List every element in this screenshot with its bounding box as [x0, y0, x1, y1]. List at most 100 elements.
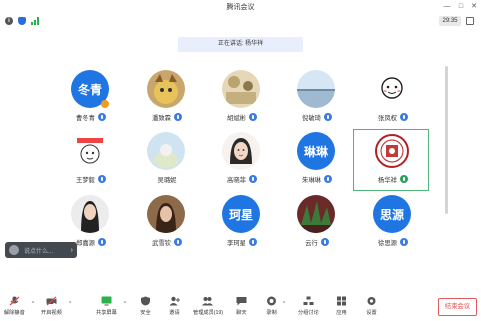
- record-icon: [267, 296, 276, 306]
- invite-button[interactable]: 邀请: [169, 296, 180, 320]
- microphone-icon[interactable]: [399, 238, 408, 246]
- participant-name: 胡斌彬: [227, 114, 246, 122]
- participant-tile[interactable]: 吴璐妮: [128, 132, 206, 190]
- microphone-icon[interactable]: [399, 175, 408, 183]
- chat-label: 聊天: [236, 310, 247, 316]
- bottom-toolbar: 解除静音 ^ 开启视频 ^ 共享屏幕 ^ 安全 邀请 管理成员(19) 聊天 录…: [0, 293, 481, 321]
- participant-name: 曹冬青: [76, 114, 95, 122]
- participant-name: 云行: [305, 239, 318, 247]
- microphone-icon[interactable]: [248, 238, 257, 246]
- shield-icon[interactable]: [18, 17, 26, 25]
- shield-icon: [141, 296, 150, 306]
- microphone-icon[interactable]: [320, 238, 329, 246]
- avatar: [297, 70, 335, 108]
- participant-name: 武雪钦: [152, 239, 171, 247]
- microphone-icon[interactable]: [97, 113, 106, 121]
- microphone-icon[interactable]: [97, 175, 106, 183]
- record-button[interactable]: 录制: [266, 296, 277, 320]
- security-button[interactable]: 安全: [140, 296, 151, 320]
- invite-label: 邀请: [169, 310, 180, 316]
- chevron-up-icon[interactable]: ^: [124, 301, 126, 307]
- add-user-icon: [169, 296, 180, 306]
- avatar: 思源: [373, 195, 411, 233]
- participant-tile[interactable]: 杨华祥: [354, 132, 432, 190]
- avatar: [71, 132, 109, 170]
- participant-tile[interactable]: 胡斌彬: [203, 70, 281, 128]
- microphone-icon[interactable]: [97, 238, 106, 246]
- participant-tile[interactable]: 琳琳 朱琳琳: [278, 132, 356, 190]
- apps-icon: [337, 296, 346, 306]
- participant-name: 吴璐妮: [157, 176, 177, 184]
- share-screen-button[interactable]: 共享屏幕: [96, 296, 117, 320]
- avatar: [222, 70, 260, 108]
- minimize-icon[interactable]: —: [442, 2, 452, 11]
- microphone-icon[interactable]: [323, 175, 332, 183]
- grid-scrollbar[interactable]: [445, 66, 448, 214]
- chevron-up-icon[interactable]: ^: [283, 301, 285, 307]
- breakout-icon: [303, 296, 314, 305]
- close-icon[interactable]: ✕: [469, 2, 479, 11]
- video-button[interactable]: 开启视频: [41, 296, 62, 320]
- microphone-icon[interactable]: [173, 113, 182, 121]
- video-label: 开启视频: [41, 310, 62, 316]
- participant-tile[interactable]: 潘致霖: [128, 70, 206, 128]
- chevron-up-icon[interactable]: ^: [32, 301, 34, 307]
- unmute-button[interactable]: 解除静音: [4, 296, 25, 320]
- microphone-icon[interactable]: [248, 175, 257, 183]
- share-screen-icon: [101, 296, 112, 306]
- record-label: 录制: [266, 310, 277, 316]
- avatar: 珂星: [222, 195, 260, 233]
- participant-name: 潘致霖: [152, 114, 171, 122]
- fullscreen-icon[interactable]: [466, 17, 474, 25]
- avatar: [147, 195, 185, 233]
- signal-icon[interactable]: [31, 17, 40, 25]
- info-icon[interactable]: i: [5, 17, 13, 25]
- avatar: [222, 132, 260, 170]
- participant-name: 徐思源: [378, 239, 397, 247]
- microphone-icon[interactable]: [323, 113, 332, 121]
- title-bar: 腾讯会议 — □ ✕: [0, 0, 481, 14]
- avatar: 琳琳: [297, 132, 335, 170]
- microphone-icon[interactable]: [173, 238, 182, 246]
- meeting-window: 腾讯会议 — □ ✕ i 29:35 正在讲话: 杨华祥 冬青 曹冬青 潘致霖: [0, 0, 481, 321]
- avatar: [147, 70, 185, 108]
- avatar: [71, 195, 109, 233]
- participant-tile[interactable]: 高晓菲: [203, 132, 281, 190]
- participant-name: 高晓菲: [227, 176, 246, 184]
- participant-tile[interactable]: 思源 徐思源: [354, 195, 432, 253]
- members-icon: [202, 297, 214, 306]
- members-button[interactable]: 管理成员(19): [193, 296, 223, 320]
- participant-name: 朱琳琳: [302, 176, 321, 184]
- members-label: 管理成员(19): [193, 310, 223, 316]
- chevron-right-icon[interactable]: ›: [71, 247, 73, 254]
- chat-input[interactable]: 说点什么... ›: [5, 242, 77, 258]
- end-meeting-button[interactable]: 结束会议: [438, 298, 477, 316]
- avatar: [373, 70, 411, 108]
- status-row: i 29:35: [0, 14, 481, 28]
- apps-button[interactable]: 应用: [336, 296, 347, 320]
- avatar: [147, 132, 185, 170]
- host-badge-icon: [101, 100, 109, 108]
- microphone-icon[interactable]: [248, 113, 257, 121]
- participant-name: 倪敏琦: [302, 114, 321, 122]
- participant-tile[interactable]: 云行: [278, 195, 356, 253]
- participant-name: 张凤权: [378, 114, 397, 122]
- smile-icon[interactable]: [9, 245, 19, 255]
- maximize-icon[interactable]: □: [456, 2, 466, 11]
- participant-tile[interactable]: 冬青 曹冬青: [52, 70, 130, 128]
- avatar: [373, 132, 411, 170]
- participant-tile[interactable]: 王梦毅: [52, 132, 130, 190]
- participant-tile[interactable]: 武雪钦: [128, 195, 206, 253]
- participant-tile[interactable]: 倪敏琦: [278, 70, 356, 128]
- participant-name: 王梦毅: [76, 176, 95, 184]
- settings-button[interactable]: 设置: [366, 296, 377, 320]
- settings-label: 设置: [366, 310, 377, 316]
- participant-tile[interactable]: 张凤权: [354, 70, 432, 128]
- participant-name: 杨华祥: [378, 176, 397, 184]
- share-label: 共享屏幕: [96, 310, 117, 316]
- participant-tile[interactable]: 珂星 李珂星: [203, 195, 281, 253]
- breakout-button[interactable]: 分组讨论: [298, 296, 319, 320]
- chat-button[interactable]: 聊天: [236, 296, 247, 320]
- microphone-icon[interactable]: [399, 113, 408, 121]
- chevron-up-icon[interactable]: ^: [69, 301, 71, 307]
